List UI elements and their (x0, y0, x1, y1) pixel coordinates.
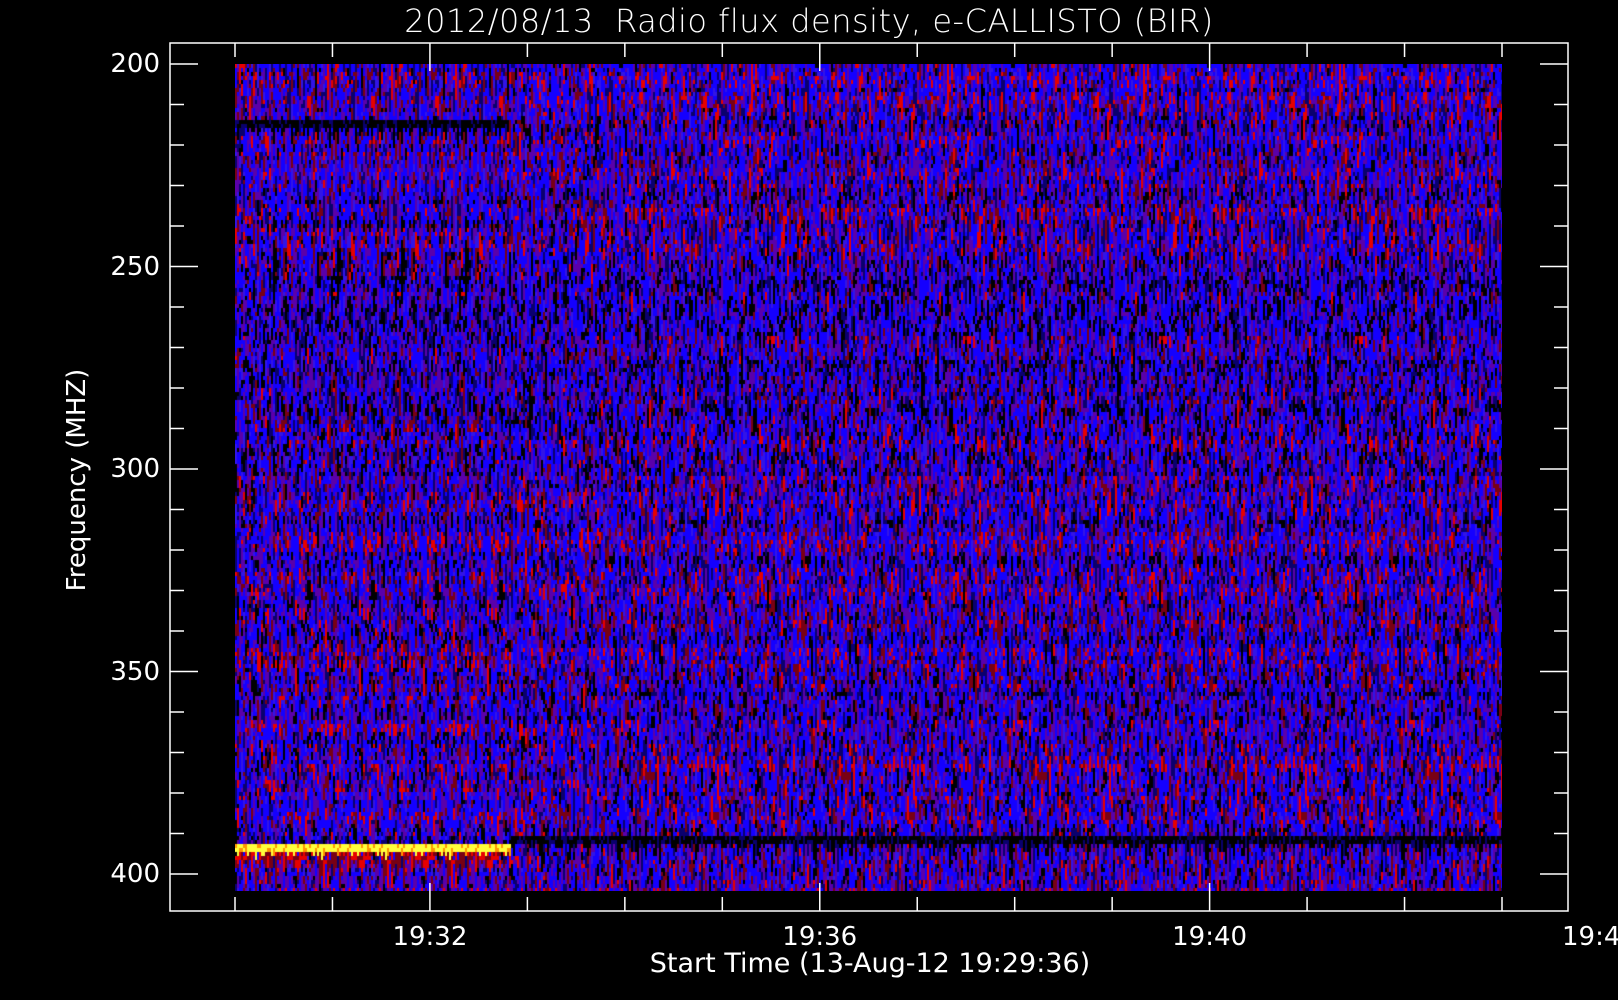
plot-frame (169, 42, 1569, 912)
y-tick-label: 350 (110, 656, 160, 687)
y-tick-label: 300 (110, 454, 160, 484)
y-axis-title: Frequency (MHZ) (62, 368, 92, 592)
y-tick-label: 200 (110, 49, 160, 79)
x-axis-title: Start Time (13-Aug-12 19:29:36) (649, 948, 1091, 979)
y-tick-label: 250 (110, 251, 160, 282)
plot-axes (169, 42, 1569, 912)
y-tick-label: 400 (110, 859, 160, 889)
